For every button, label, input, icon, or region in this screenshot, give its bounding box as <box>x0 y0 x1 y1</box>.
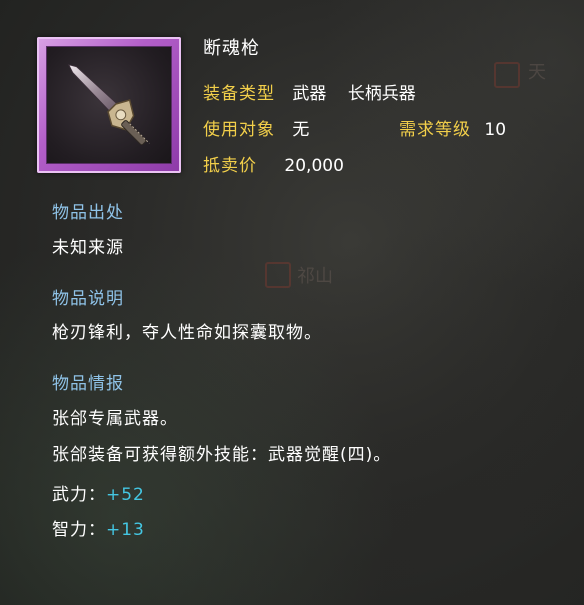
attribute-label-force: 武力： <box>52 485 106 505</box>
background-watermark-glyph: 祁山 <box>297 266 333 287</box>
description-text: 枪刃锋利，夺人性命如探囊取物。 <box>52 323 322 343</box>
type-value-secondary: 长柄兵器 <box>347 84 416 104</box>
attribute-bonus-force: +52 <box>106 485 145 505</box>
section-title-info: 物品情报 <box>52 374 124 394</box>
price-label: 抵卖价 <box>203 156 257 176</box>
attribute-row-force: 武力：+52 <box>52 480 145 505</box>
price-value: 20,000 <box>284 156 344 176</box>
section-title-description: 物品说明 <box>52 289 124 309</box>
item-icon-slot <box>46 46 172 164</box>
attribute-row-intellect: 智力：+13 <box>52 515 145 540</box>
background-seal-mark <box>265 262 291 288</box>
background-seal-mark <box>494 62 520 88</box>
level-value: 10 <box>484 120 507 140</box>
section-title-origin: 物品出处 <box>52 203 124 223</box>
info-line-2: 张郃装备可获得额外技能：武器觉醒(四)。 <box>52 445 392 465</box>
type-label: 装备类型 <box>203 84 275 104</box>
stat-row-price: 抵卖价 20,000 <box>203 151 344 176</box>
type-value-primary: 武器 <box>292 84 327 104</box>
origin-text: 未知来源 <box>52 238 124 258</box>
spear-icon <box>67 63 150 146</box>
info-line-1: 张郃专属武器。 <box>52 409 178 429</box>
user-label: 使用对象 <box>203 120 275 140</box>
stat-row-level: 需求等级 10 <box>399 115 506 140</box>
attribute-label-intellect: 智力： <box>52 520 106 540</box>
user-value: 无 <box>292 120 310 140</box>
level-label: 需求等级 <box>399 120 471 140</box>
item-name: 断魂枪 <box>203 38 260 59</box>
stat-row-user: 使用对象 无 <box>203 115 309 140</box>
item-icon-frame[interactable] <box>37 37 181 173</box>
stat-row-type: 装备类型 武器 长柄兵器 <box>203 79 416 104</box>
background-watermark-glyph: 天 <box>528 62 546 83</box>
attribute-bonus-intellect: +13 <box>106 520 145 540</box>
